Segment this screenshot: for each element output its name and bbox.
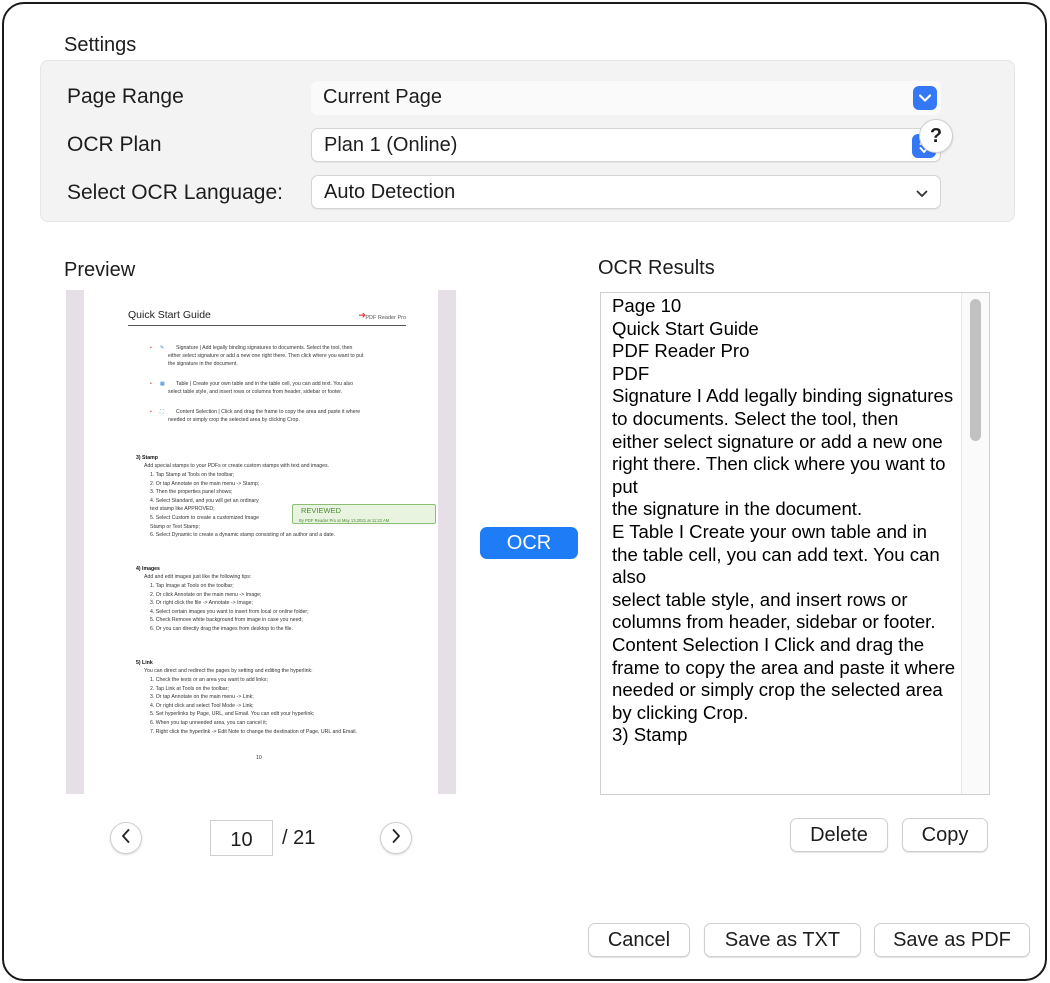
bullet-line: either select signature or add a new one… [168, 353, 364, 359]
chevron-left-icon [121, 828, 131, 849]
stamp-sample-sub: By PDF Reader Pro at May 13,2021 at 11:2… [299, 518, 390, 523]
bullet-feature-icon: ⛶ [160, 409, 164, 415]
link-step: 6. When you tap unneeded area, you can c… [150, 720, 268, 726]
bullet-line: needed or simply crop the selected area … [168, 417, 300, 423]
delete-button[interactable]: Delete [790, 818, 888, 852]
settings-panel: Page Range Current Page OCR Plan Plan 1 … [40, 60, 1015, 222]
ocr-plan-value: Plan 1 (Online) [324, 134, 458, 156]
stamp-intro: Add special stamps to your PDFs or creat… [144, 463, 330, 469]
bullet-line: Signature | Add legally binding signatur… [176, 345, 353, 351]
images-step: 1. Tap Image at Tools on the toolbar; [150, 583, 234, 589]
preview-document-page: Quick Start Guide ➔ PDF Reader Pro • ✎ Sig… [84, 290, 438, 794]
document-header: Quick Start Guide ➔ PDF Reader Pro [128, 310, 406, 326]
page-total: / 21 [282, 827, 316, 849]
images-step: 3. Or right click the file -> Annotate -… [150, 600, 253, 607]
reviewed-stamp-sample: REVIEWED By PDF Reader Pro at May 13,202… [292, 504, 436, 524]
images-heading: 4) Images [136, 566, 160, 572]
stamp-step: 4. Select Standard, and you will get an … [150, 497, 259, 504]
document-page-number: 10 [256, 755, 262, 761]
chevron-down-icon [916, 176, 928, 208]
results-scrollbar-thumb[interactable] [970, 299, 981, 441]
bullet-line: Content Selection | Click and drag the f… [176, 409, 361, 415]
ocr-button[interactable]: OCR [480, 527, 578, 559]
link-step: 7. Right click the hyperlink -> Edit Not… [150, 728, 357, 735]
save-as-txt-button[interactable]: Save as TXT [704, 923, 861, 957]
ocr-language-label: Select OCR Language: [67, 181, 283, 204]
stamp-step: 1. Tap Stamp at Tools on the toolbar; [150, 472, 235, 478]
ocr-dialog: Settings Page Range Current Page OCR Pla… [2, 2, 1047, 981]
ocr-plan-label: OCR Plan [67, 133, 162, 156]
images-intro: Add and edit images just like the follow… [144, 574, 252, 580]
preview-title: Preview [64, 259, 136, 281]
help-button[interactable]: ? [919, 119, 953, 153]
ocr-results-text[interactable]: Page 10 Quick Start Guide PDF Reader Pro… [612, 295, 957, 747]
link-step: 3. Or tap Annotate on the main menu -> L… [150, 694, 254, 701]
document-brand: PDF Reader Pro [365, 315, 406, 321]
ocr-language-select[interactable]: Auto Detection [311, 175, 941, 209]
page-preview: Quick Start Guide ➔ PDF Reader Pro • ✎ Sig… [66, 290, 456, 794]
document-title: Quick Start Guide [128, 309, 211, 321]
page-range-value: Current Page [323, 86, 442, 108]
stamp-step: 5. Select Custom to create a customized … [150, 515, 259, 521]
stamp-step: text stamp like APPROVED; [150, 506, 215, 513]
bullet-line: select table style, and insert rows or c… [168, 389, 343, 395]
images-step: 5. Check Remove white background from im… [150, 617, 303, 624]
copy-button[interactable]: Copy [902, 818, 988, 852]
bullet-feature-icon: ✎ [160, 345, 165, 351]
ocr-language-value: Auto Detection [324, 181, 456, 203]
link-step: 5. Set hyperlinks by Page, URL, and Emai… [150, 711, 315, 718]
ocr-results-textarea[interactable]: Page 10 Quick Start Guide PDF Reader Pro… [600, 292, 990, 795]
next-page-button[interactable] [380, 822, 412, 854]
link-intro: You can direct and redirect the pages by… [144, 668, 313, 674]
previous-page-button[interactable] [110, 822, 142, 854]
settings-title: Settings [64, 34, 137, 56]
bullet-line: Table | Create your own table and in the… [176, 381, 353, 387]
chevron-right-icon [391, 828, 401, 849]
ocr-plan-select[interactable]: Plan 1 (Online) [311, 128, 941, 162]
link-step: 1. Check the texts or an area you want t… [150, 677, 268, 683]
stamp-heading: 3) Stamp [136, 455, 158, 461]
bullet-dot-icon: • [150, 345, 152, 351]
cancel-button[interactable]: Cancel [588, 923, 690, 957]
ocr-results-title: OCR Results [598, 257, 715, 279]
page-number-input[interactable]: 10 [210, 820, 273, 856]
images-step: 4. Select certain images you want to ins… [150, 608, 309, 615]
bullet-feature-icon: ▦ [160, 381, 165, 387]
stamp-step: 6. Select Dynamic to create a dynamic st… [150, 532, 336, 539]
link-heading: 5) Link [136, 660, 153, 666]
page-range-label: Page Range [67, 85, 184, 108]
link-step: 2. Tap Link at Tools on the toolbar; [150, 685, 229, 692]
chevron-down-icon [913, 86, 937, 110]
results-scrollbar[interactable] [961, 293, 989, 794]
page-range-select[interactable]: Current Page [311, 81, 941, 115]
stamp-step: 2. Or tap Annotate on the main menu -> S… [150, 480, 260, 487]
images-step: 6. Or you can directly drag the images f… [150, 626, 294, 632]
bullet-dot-icon: • [150, 409, 152, 415]
save-as-pdf-button[interactable]: Save as PDF [874, 923, 1030, 957]
bullet-line: the signature in the document. [168, 361, 238, 367]
bullet-dot-icon: • [150, 381, 152, 387]
stamp-step: 3. Then the properties panel shows; [150, 489, 233, 496]
stamp-step: Stamp or Text Stamp; [150, 523, 200, 530]
link-step: 4. Or right click and select Tool Mode -… [150, 702, 254, 709]
stamp-sample-main: REVIEWED [301, 506, 342, 515]
images-step: 2. Or click Annotate on the main menu ->… [150, 591, 262, 598]
